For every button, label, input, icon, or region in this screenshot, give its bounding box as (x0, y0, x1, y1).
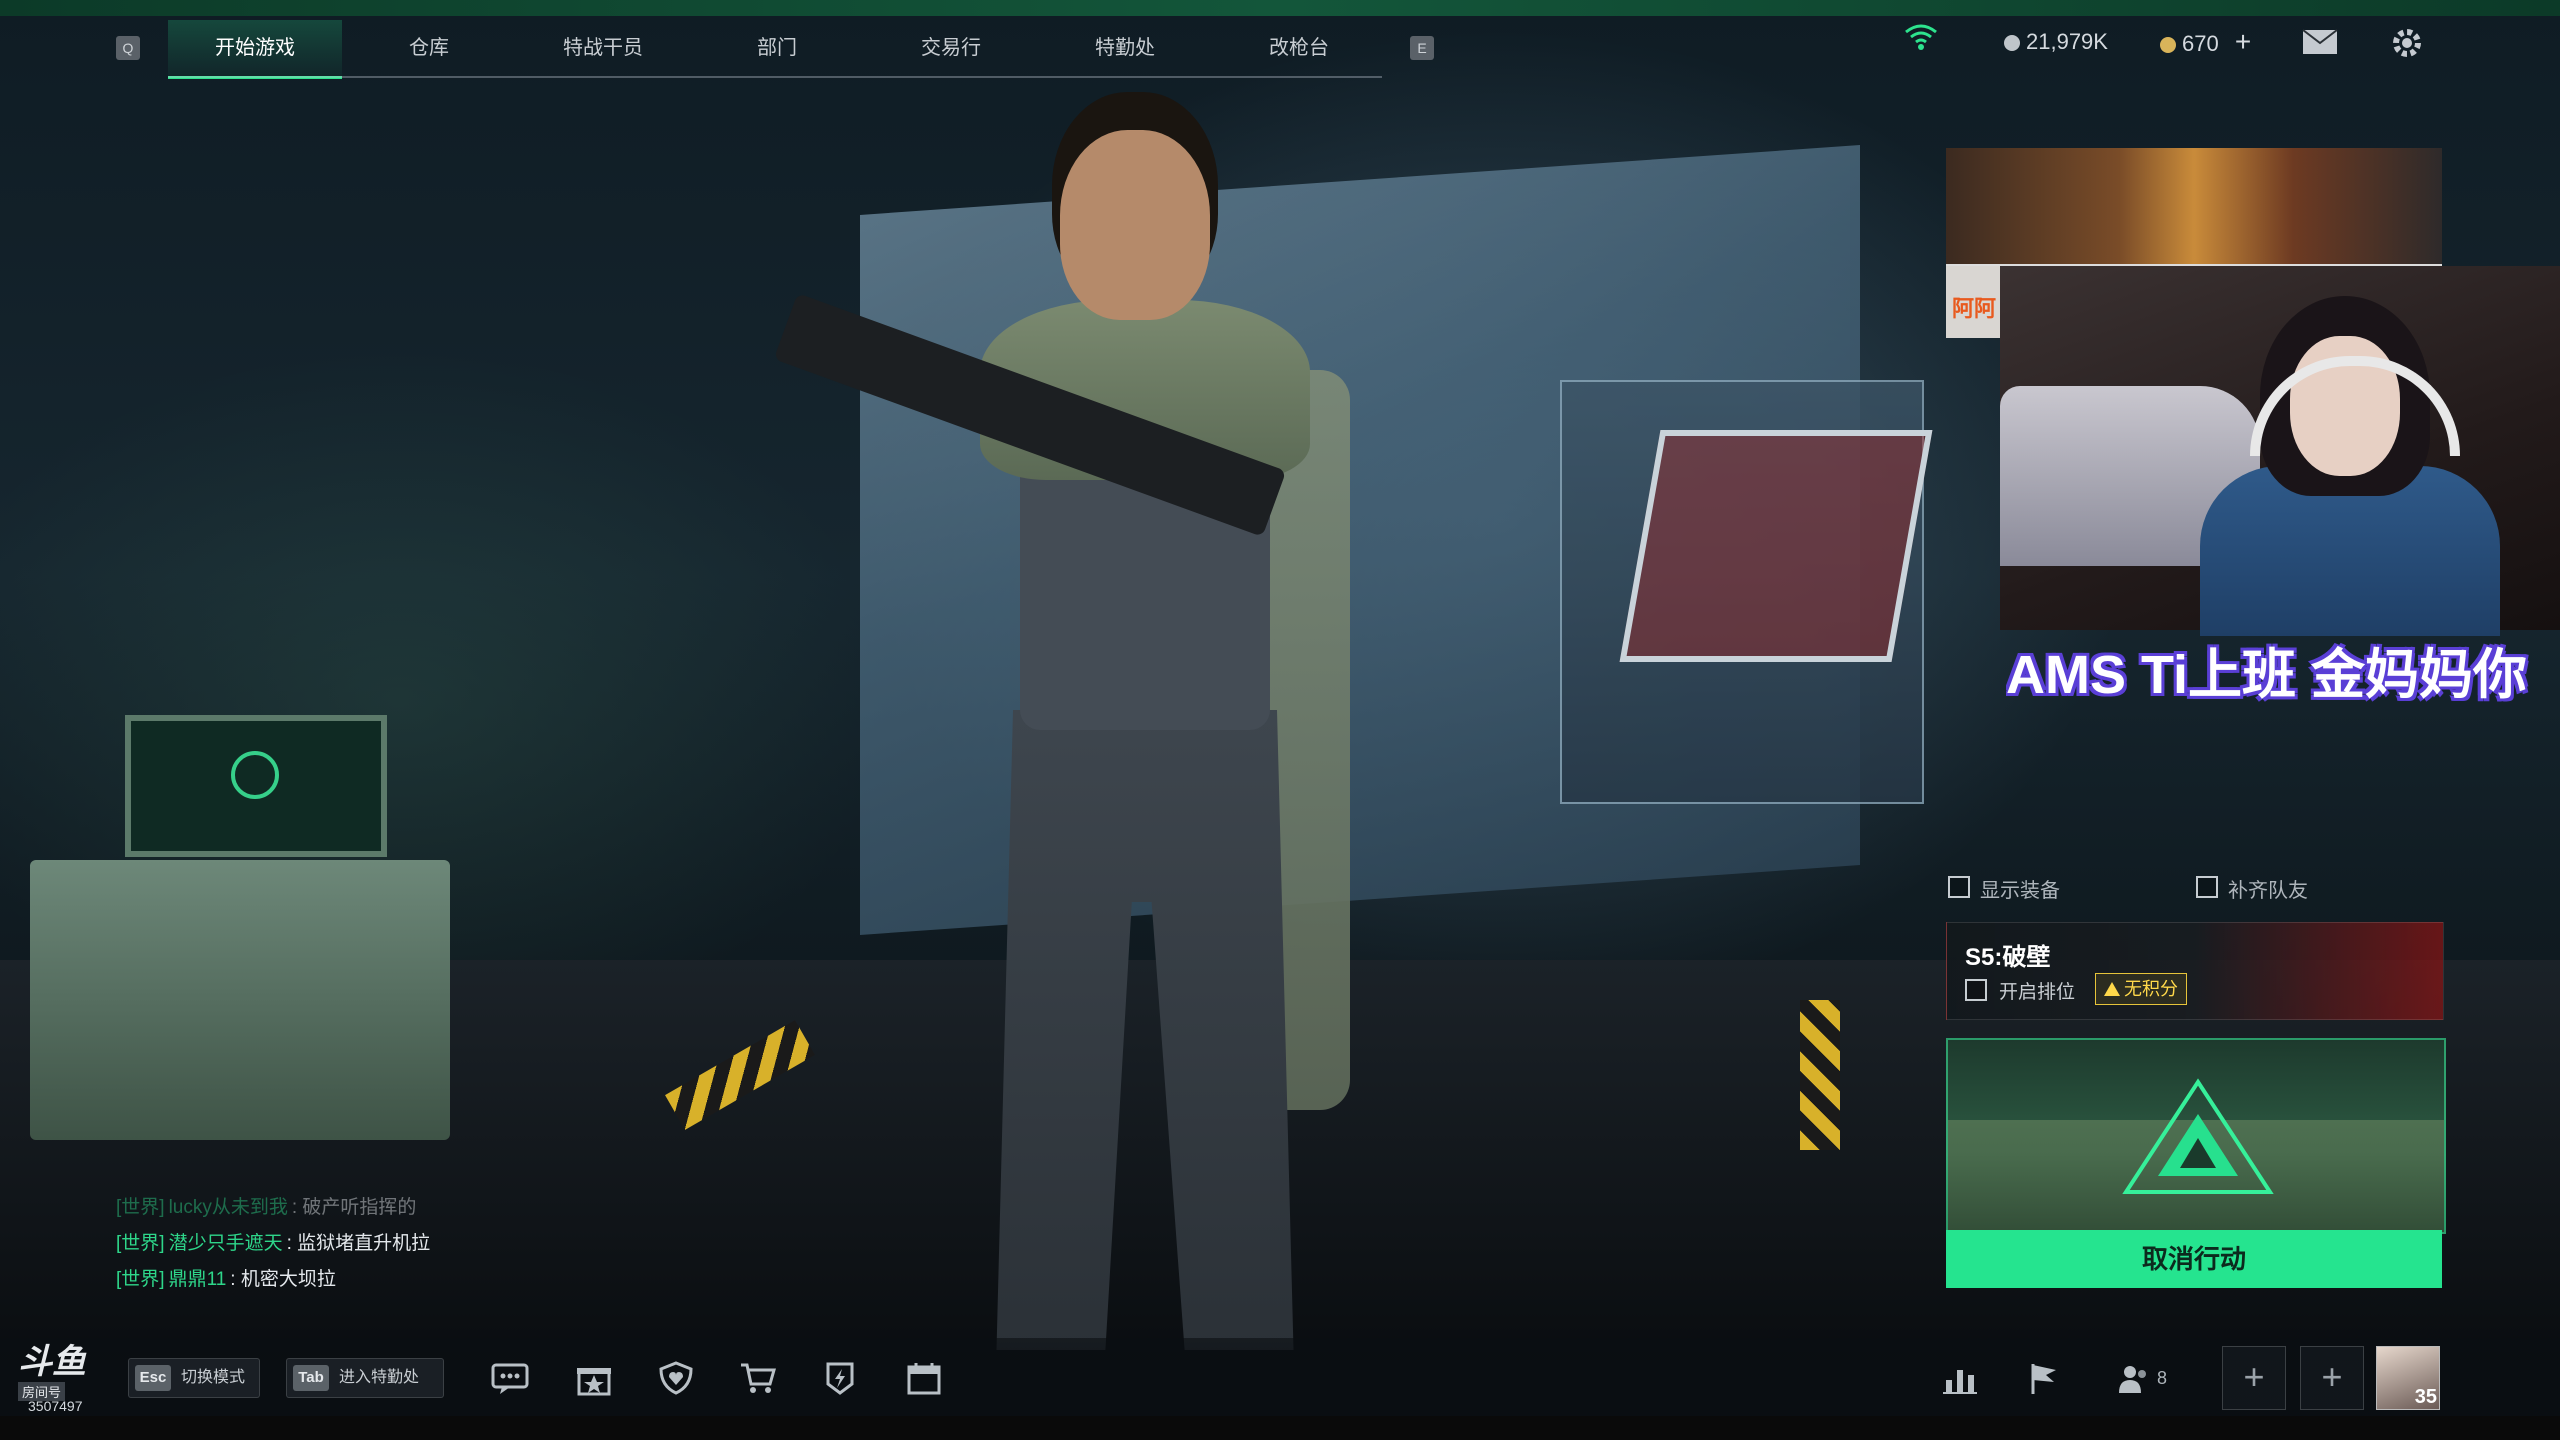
nav-underline (168, 76, 1382, 78)
tab-department[interactable]: 部门 (690, 20, 864, 76)
tab-key: Tab (293, 1365, 329, 1391)
wifi-icon (1904, 22, 1938, 62)
chat-text: 机密大坝拉 (240, 1269, 336, 1290)
player-level: 35 (2414, 1386, 2437, 1408)
operator-head (1060, 130, 1210, 320)
silver-currency: 21,979K (2004, 22, 2108, 62)
nav-prev-key-hint: Q (116, 36, 140, 60)
tab-special-service[interactable]: 特勤处 (1038, 20, 1212, 76)
invite-slot-button[interactable]: + (2300, 1346, 2364, 1410)
top-status-strip (0, 0, 2560, 16)
operator-character (773, 130, 1430, 1350)
ranked-label: 开启排位 (1999, 982, 2076, 1003)
squad-indicator[interactable]: 8 (2118, 1360, 2167, 1396)
cancel-action-button[interactable]: 取消行动 (1946, 1230, 2442, 1288)
enter-special-service-button[interactable]: Tab 进入特勤处 (286, 1358, 444, 1398)
radio-console (30, 860, 450, 1140)
chat-message: [世界] 鼎鼎11: 机密大坝拉 (116, 1269, 336, 1290)
squad-icon (2119, 1366, 2146, 1394)
season-title: S5:破壁 (1965, 944, 2051, 971)
tab-gunsmith[interactable]: 改枪台 (1212, 20, 1386, 76)
douyu-logo-text: 斗鱼 (18, 1343, 86, 1381)
flag-icon[interactable] (2024, 1360, 2064, 1396)
season-panel: S5:破壁 开启排位 无积分 (1946, 922, 2444, 1020)
chat-icon[interactable] (490, 1360, 530, 1396)
stream-overlay-banner (1946, 148, 2442, 266)
squad-count: 8 (2157, 1368, 2168, 1388)
gold-coin-icon (2160, 37, 2176, 53)
gold-currency: 670 + (2160, 22, 2251, 62)
background-crate-hologram (1619, 430, 1933, 662)
world-chat: [世界] lucky从未到我: 破产听指挥的 [世界] 潜少只手遮天: 监狱堵直升机… (116, 1190, 756, 1298)
gift-box-icon[interactable] (574, 1360, 614, 1396)
nav-next-key-hint: E (1410, 36, 1434, 60)
mail-icon[interactable] (2302, 28, 2338, 68)
shop-cart-icon[interactable] (738, 1360, 778, 1396)
chat-channel: [世界] (116, 1269, 165, 1290)
main-nav: Q 开始游戏 仓库 特战干员 部门 交易行 特勤处 改枪台 E (0, 20, 1434, 79)
streamer-webcam (2000, 266, 2560, 636)
calendar-icon[interactable] (904, 1360, 944, 1396)
streamer (2200, 296, 2500, 636)
tab-start-game[interactable]: 开始游戏 (168, 20, 342, 79)
add-gold-button[interactable]: + (2235, 26, 2251, 57)
fill-team-checkbox[interactable] (2196, 876, 2218, 898)
chat-channel: [世界] (116, 1233, 165, 1254)
gold-amount: 670 (2182, 31, 2219, 56)
tab-operators[interactable]: 特战干员 (516, 20, 690, 76)
stats-icon[interactable] (1940, 1360, 1980, 1396)
warning-icon (2104, 982, 2120, 996)
screen-bottom-edge (0, 1416, 2560, 1440)
chat-user[interactable]: lucky从未到我 (169, 1197, 288, 1218)
chat-user[interactable]: 鼎鼎11 (169, 1269, 227, 1290)
no-points-text: 无积分 (2124, 979, 2178, 999)
room-number: 3507497 (28, 1398, 83, 1414)
match-mode-card[interactable] (1946, 1038, 2446, 1234)
silver-coin-icon (2004, 35, 2020, 51)
tab-warehouse[interactable]: 仓库 (342, 20, 516, 76)
invite-slot-button[interactable]: + (2222, 1346, 2286, 1410)
hazard-stripe (1800, 1000, 1840, 1150)
chat-text: 破产听指挥的 (302, 1197, 417, 1218)
chat-message: [世界] 潜少只手遮天: 监狱堵直升机拉 (116, 1233, 431, 1254)
radio-console-screen (125, 715, 387, 857)
esc-key: Esc (135, 1365, 171, 1391)
operator-legs (996, 710, 1294, 1350)
show-gear-label: 显示装备 (1980, 880, 2060, 902)
stream-side-label: 阿阿 (1946, 266, 2000, 338)
chat-user[interactable]: 潜少只手遮天 (169, 1233, 283, 1254)
delta-logo-icon (2122, 1078, 2274, 1194)
chat-text: 监狱堵直升机拉 (297, 1233, 431, 1254)
badge-icon[interactable] (820, 1360, 860, 1396)
enter-special-service-label: 进入特勤处 (339, 1369, 420, 1386)
settings-gear-icon[interactable] (2390, 26, 2424, 66)
ranked-checkbox[interactable] (1965, 979, 1987, 1001)
switch-mode-label: 切换模式 (181, 1369, 246, 1386)
chat-message: [世界] lucky从未到我: 破产听指挥的 (116, 1197, 417, 1218)
no-points-badge: 无积分 (2095, 973, 2187, 1005)
chat-channel: [世界] (116, 1197, 165, 1218)
player-avatar[interactable]: 35 (2376, 1346, 2440, 1410)
fill-team-label: 补齐队友 (2228, 880, 2308, 902)
show-gear-checkbox[interactable] (1948, 876, 1970, 898)
silver-amount: 21,979K (2026, 29, 2108, 54)
tab-trading[interactable]: 交易行 (864, 20, 1038, 76)
switch-mode-button[interactable]: Esc 切换模式 (128, 1358, 260, 1398)
stream-scrolling-text: AMS Ti上班 金妈妈你 (2006, 645, 2528, 705)
shield-heart-icon[interactable] (656, 1360, 696, 1396)
